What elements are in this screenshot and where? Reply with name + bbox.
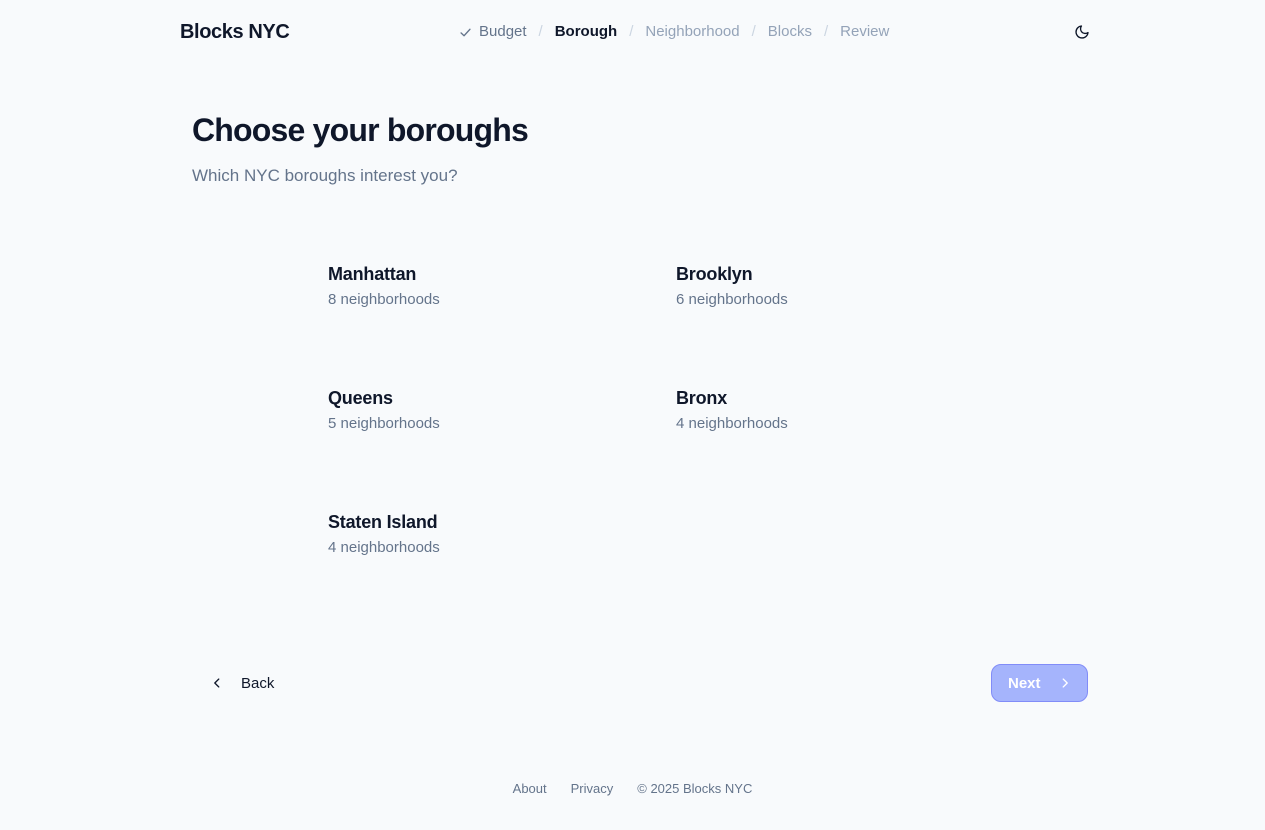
moon-icon [1075,25,1089,39]
neighborhood-count: 4 neighborhoods [676,415,788,432]
chevron-right-icon [1062,678,1068,688]
neighborhood-count: 8 neighborhoods [328,291,440,308]
step-label: Neighborhood [645,23,740,40]
back-button-label: Back [241,674,275,692]
neighborhood-count: 5 neighborhoods [328,415,440,432]
step-label: Borough [554,23,618,40]
borough-card-manhattan[interactable]: Manhattan 8 neighborhoods [328,262,676,386]
step-breadcrumb: Budget / Borough / Neighborhood / Blocks… [459,22,889,42]
borough-grid: Manhattan 8 neighborhoods Brooklyn 6 nei… [328,262,948,634]
borough-name: Staten Island [328,512,438,532]
step-separator: / [629,23,634,40]
step-blocks: Blocks [768,22,812,42]
page-subtitle: Which NYC boroughs interest you? [192,166,458,185]
theme-toggle-button[interactable] [1070,20,1094,44]
neighborhood-count: 6 neighborhoods [676,291,788,308]
borough-card-bronx[interactable]: Bronx 4 neighborhoods [676,386,948,510]
neighborhood-count: 4 neighborhoods [328,539,440,556]
borough-name: Queens [328,388,393,408]
back-button[interactable]: Back [200,664,284,702]
step-separator: / [751,23,756,40]
step-label: Blocks [767,23,812,40]
step-review: Review [840,22,889,42]
footer-about-link[interactable]: About [513,780,547,798]
step-neighborhood: Neighborhood [645,22,739,42]
borough-card-queens[interactable]: Queens 5 neighborhoods [328,386,676,510]
borough-card-staten-island[interactable]: Staten Island 4 neighborhoods [328,510,676,634]
footer-copyright: © 2025 Blocks NYC [637,781,753,796]
borough-name: Manhattan [328,264,417,284]
step-budget[interactable]: Budget [459,22,527,42]
chevron-left-icon [214,678,220,688]
check-icon [460,28,471,36]
borough-name: Brooklyn [676,264,753,284]
step-label: Budget [479,23,527,40]
top-bar: Blocks NYC Budget / Borough / Neighborho… [0,0,1265,64]
next-button-label: Next [1008,674,1041,692]
borough-name: Bronx [676,388,728,408]
step-label: Review [840,23,890,40]
borough-card-brooklyn[interactable]: Brooklyn 6 neighborhoods [676,262,948,386]
next-button[interactable]: Next [991,664,1088,702]
page-footer: About Privacy © 2025 Blocks NYC [0,780,1265,798]
step-borough[interactable]: Borough [555,22,617,42]
page-title: Choose your boroughs [192,112,529,148]
step-separator: / [823,23,829,40]
footer-privacy-link[interactable]: Privacy [571,780,614,798]
step-separator: / [538,23,543,40]
app-logo[interactable]: Blocks NYC [180,20,290,44]
